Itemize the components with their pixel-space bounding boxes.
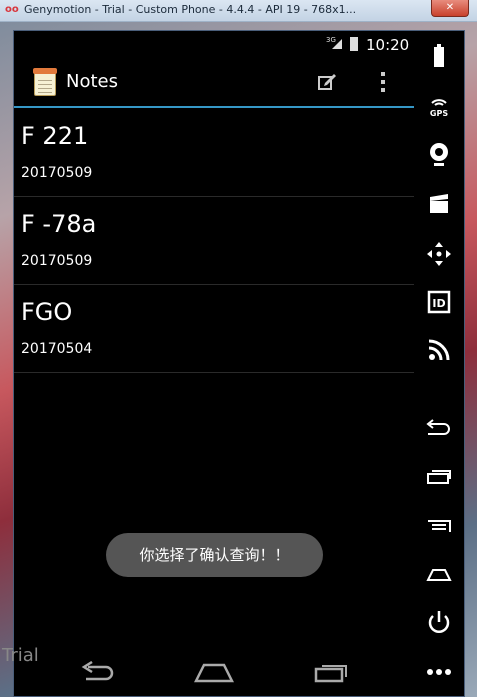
window-close-button[interactable]: ✕: [431, 0, 469, 17]
back-button-icon[interactable]: [424, 413, 454, 443]
recent-apps-button-icon[interactable]: [424, 463, 454, 493]
note-title: F -78a: [21, 210, 97, 238]
remote-control-widget-icon[interactable]: [424, 239, 454, 269]
recent-apps-nav-icon[interactable]: [314, 661, 350, 683]
trial-watermark: Trial: [2, 645, 39, 666]
battery-icon: [350, 37, 358, 51]
back-nav-icon[interactable]: [80, 660, 116, 683]
genymotion-side-panel: GPS ID: [414, 31, 464, 696]
note-list-item[interactable]: FGO 20170504: [14, 284, 414, 373]
signal-icon: [332, 39, 342, 49]
status-bar: 3G 10:20: [14, 31, 414, 58]
note-title: F 221: [21, 122, 89, 150]
screencast-widget-icon[interactable]: [424, 189, 454, 219]
home-button-icon[interactable]: [424, 559, 454, 589]
gps-label: GPS: [430, 109, 448, 118]
more-options-icon[interactable]: [424, 657, 454, 687]
home-nav-icon[interactable]: [193, 661, 235, 683]
note-title: FGO: [21, 298, 73, 326]
action-bar: Notes: [14, 58, 414, 108]
toast-message: 你选择了确认查询！！: [106, 533, 323, 577]
id-label: ID: [432, 297, 445, 310]
webcam-widget-icon[interactable]: [424, 139, 454, 169]
note-date: 20170509: [21, 253, 93, 269]
overflow-menu-icon[interactable]: [377, 70, 389, 94]
rss-widget-icon[interactable]: [424, 335, 454, 365]
note-list-item[interactable]: F 221 20170509: [14, 108, 414, 197]
new-note-icon[interactable]: [317, 71, 337, 91]
app-title: Notes: [66, 71, 118, 92]
android-screen: 3G 10:20 Notes F 221 20170509 F -78a 201…: [14, 31, 414, 696]
battery-widget-icon[interactable]: [424, 41, 454, 71]
power-button-icon[interactable]: [424, 607, 454, 637]
note-list-item[interactable]: F -78a 20170509: [14, 196, 414, 285]
window-titlebar: oo Genymotion - Trial - Custom Phone - 4…: [0, 0, 477, 22]
note-date: 20170504: [21, 341, 93, 357]
device-id-widget-icon[interactable]: ID: [424, 287, 454, 317]
genymotion-logo-icon: oo: [5, 4, 19, 15]
emulator-device: 3G 10:20 Notes F 221 20170509 F -78a 201…: [13, 30, 465, 697]
status-time: 10:20: [366, 36, 410, 54]
android-nav-bar: [14, 649, 414, 696]
note-date: 20170509: [21, 165, 93, 181]
menu-button-icon[interactable]: [424, 511, 454, 541]
gps-widget-icon[interactable]: GPS: [424, 91, 454, 121]
window-title: Genymotion - Trial - Custom Phone - 4.4.…: [24, 3, 357, 16]
notes-app-icon[interactable]: [33, 68, 57, 96]
